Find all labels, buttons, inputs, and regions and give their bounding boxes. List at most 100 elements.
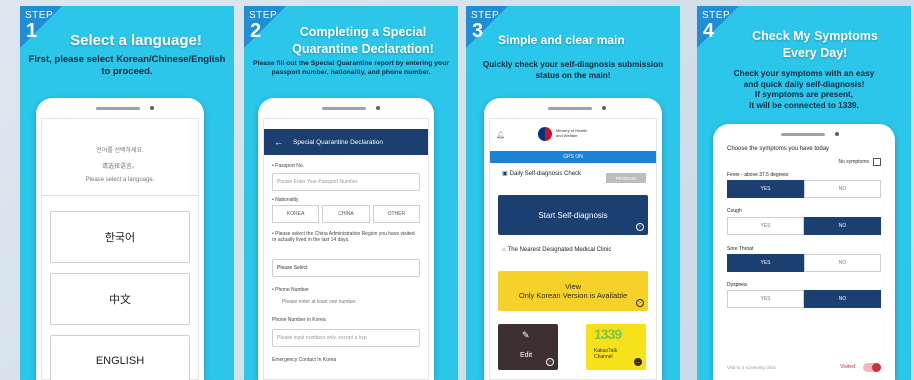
title-line-1: Completing a Special (299, 25, 427, 39)
symptom-dyspnea-toggle: YES NO (727, 290, 881, 308)
step-title: Select a language! (70, 32, 202, 49)
language-chinese-button[interactable]: 中文 (50, 273, 190, 325)
form-header-title: Special Quarantine Declaration (293, 138, 383, 146)
symptom-label-dyspnea: Dyspnea (727, 282, 747, 288)
cough-yes-button[interactable]: YES (727, 217, 804, 235)
phone-speaker (96, 107, 140, 110)
phone-speaker (781, 133, 825, 136)
visited-toggle[interactable] (863, 363, 881, 372)
step-number: 1 (26, 20, 38, 42)
phone-camera (150, 106, 154, 110)
arrow-right-icon: › (636, 299, 644, 307)
prompt-chinese: 请选择语言。 (101, 164, 138, 170)
ministry-logo-icon (538, 127, 552, 141)
gps-status-bar: GPS ON (490, 151, 656, 163)
phone-speaker (548, 107, 592, 110)
ministry-name: Ministry of Health and Welfare (556, 128, 587, 138)
symptom-label-cough: Cough (727, 208, 742, 214)
phone-hint: Please enter at least one number. (282, 299, 357, 305)
step-title: Completing a Special Quarantine Declarat… (270, 24, 456, 58)
prompt-korean: 언어를 선택하세요. (96, 148, 144, 154)
fever-no-button[interactable]: NO (804, 180, 881, 198)
region-label: • Please select the China Administrative… (272, 231, 415, 243)
step-description: Quickly check your self-diagnosis submis… (482, 60, 664, 80)
daily-check-title: ▣ Daily Self-diagnosis Check (502, 171, 582, 177)
symptom-fever-toggle: YES NO (727, 180, 881, 198)
cough-no-button[interactable]: NO (804, 217, 881, 235)
nationality-korea[interactable]: KOREA (272, 205, 320, 223)
phone-camera (602, 106, 606, 110)
visit-clinic-label: Visit to a screening clinic (727, 365, 777, 370)
title-line-2: Quarantine Declaration! (292, 42, 434, 56)
phone-mockup: Choose the symptoms you have today No sy… (713, 124, 895, 380)
title-line-1: Check My Symptoms (752, 29, 878, 43)
symptom-label-sore-throat: Sore Throat (727, 246, 754, 252)
phone-screen: 언어를 선택하세요. 请选择语言。 Please select a langua… (41, 118, 199, 380)
korea-phone-input[interactable]: Please input numbers only, except a hyp (272, 329, 420, 347)
step-title: Simple and clear main (498, 33, 625, 47)
bell-icon[interactable]: 🔔︎ (496, 131, 505, 139)
passport-label: • Passport No. (272, 163, 305, 169)
phone-mockup: 🔔︎ Ministry of Health and Welfare GPS ON… (484, 98, 662, 380)
visited-status: Visited (840, 364, 855, 370)
symptom-cough-toggle: YES NO (727, 217, 881, 235)
pencil-icon: ✎ (522, 330, 530, 340)
divider (42, 195, 198, 196)
step-3-panel: STEP 3 Simple and clear main Quickly che… (466, 6, 680, 380)
symptoms-title: Choose the symptoms you have today (727, 146, 830, 152)
sore-throat-yes-button[interactable]: YES (727, 254, 804, 272)
symptom-sore-throat-toggle: YES NO (727, 254, 881, 272)
sore-throat-no-button[interactable]: NO (804, 254, 881, 272)
step-number: 2 (250, 20, 262, 42)
step-number: 3 (472, 20, 484, 42)
back-arrow-icon[interactable]: ← (274, 137, 283, 147)
step-4-panel: STEP 4 Check My Symptoms Every Day! Chec… (697, 6, 911, 380)
step-number: 4 (703, 20, 715, 42)
calendar-icon: ▣ (502, 171, 508, 177)
step-description: Please fill out the Special Quarantine r… (252, 60, 450, 76)
prompt-english: Please select a language. (85, 177, 155, 183)
step-description: First, please select Korean/Chinese/Engl… (28, 54, 226, 77)
nationality-other[interactable]: OTHER (372, 205, 420, 223)
chat-icon: … (634, 358, 642, 366)
phone-mockup: 언어를 선택하세요. 请选择语言。 Please select a langua… (36, 98, 204, 380)
kakao-channel-button[interactable]: 1339 KakaoTalk Channel … (586, 324, 646, 370)
kakao-label: KakaoTalk Channel (594, 348, 618, 360)
view-clinic-button[interactable]: View Only Korean Version is Available › (498, 271, 648, 311)
nationality-options: KOREA CHINA OTHER (272, 205, 420, 223)
title-line-2: Every Day! (782, 46, 848, 60)
dyspnea-yes-button[interactable]: YES (727, 290, 804, 308)
kakao-hotline-number: 1339 (594, 326, 622, 342)
phone-label: • Phone Number (272, 287, 309, 293)
phone-mockup: ← Special Quarantine Declaration • Passp… (258, 98, 434, 380)
korea-phone-label: Phone Number in Korea (272, 317, 326, 323)
clinic-title: ⌂ The Nearest Designated Medical Clinic (502, 247, 612, 253)
step-description: Check your symptoms with an easy and qui… (733, 68, 875, 110)
phone-speaker (322, 107, 366, 110)
step-1-panel: STEP 1 Select a language! First, please … (20, 6, 234, 380)
dyspnea-no-button[interactable]: NO (804, 290, 881, 308)
step-title: Check My Symptoms Every Day! (725, 28, 905, 62)
arrow-right-icon: › (636, 223, 644, 231)
no-symptoms-checkbox[interactable] (873, 158, 881, 166)
emergency-contact-label: Emergency Contact In Korea (272, 357, 337, 363)
nationality-label: • Nationality (272, 197, 299, 203)
passport-input[interactable]: Please Enter Your Passport Number. (272, 173, 420, 191)
hospital-icon: ⌂ (502, 247, 506, 253)
pending-badge: PENDING (606, 173, 646, 183)
phone-camera (835, 132, 839, 136)
form-header: ← Special Quarantine Declaration (264, 129, 428, 155)
nationality-china[interactable]: CHINA (322, 205, 370, 223)
language-korean-button[interactable]: 한국어 (50, 211, 190, 263)
step-2-panel: STEP 2 Completing a Special Quarantine D… (244, 6, 458, 380)
no-symptoms-option[interactable]: No symptoms (838, 158, 881, 166)
phone-camera (376, 106, 380, 110)
region-select[interactable]: Please Select (272, 259, 420, 277)
symptom-label-fever: Fever - above 37.5 degrees (727, 172, 789, 178)
language-english-button[interactable]: ENGLISH (50, 335, 190, 380)
language-prompt: 언어를 선택하세요. 请选择语言。 Please select a langua… (42, 145, 198, 183)
edit-button[interactable]: ✎ Edit › (498, 324, 558, 370)
start-self-diagnosis-button[interactable]: Start Self-diagnosis › (498, 195, 648, 235)
phone-screen: ← Special Quarantine Declaration • Passp… (263, 118, 429, 380)
fever-yes-button[interactable]: YES (727, 180, 804, 198)
